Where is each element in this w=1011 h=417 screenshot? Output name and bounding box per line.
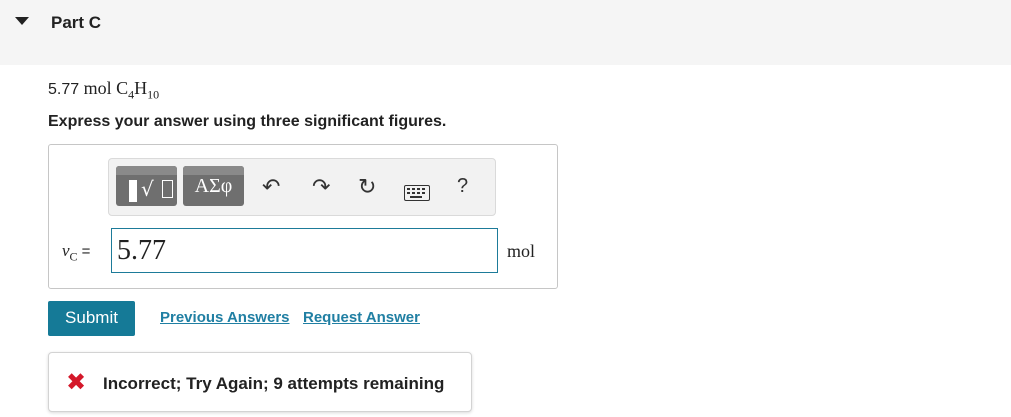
given-quantity: 5.77 mol C4H10 bbox=[48, 78, 159, 103]
answer-input[interactable]: 5.77 bbox=[111, 228, 498, 273]
reset-icon[interactable]: ↻ bbox=[358, 177, 376, 199]
part-title: Part C bbox=[51, 13, 102, 32]
submit-button[interactable]: Submit bbox=[48, 301, 135, 336]
feedback-box: ✖ Incorrect; Try Again; 9 attempts remai… bbox=[48, 352, 472, 412]
answer-box: √ ΑΣφ ↶ ↷ ↻ ? νC = 5.77 mol bbox=[48, 144, 558, 289]
math-toolbar: √ ΑΣφ ↶ ↷ ↻ ? bbox=[108, 158, 496, 216]
request-answer-link[interactable]: Request Answer bbox=[303, 309, 420, 326]
keyboard-icon[interactable] bbox=[404, 185, 430, 201]
answer-variable-label: νC = bbox=[62, 241, 91, 264]
previous-answers-link[interactable]: Previous Answers bbox=[160, 309, 290, 326]
sqrt-icon: √ bbox=[141, 177, 154, 201]
instruction-text: Express your answer using three signific… bbox=[48, 113, 447, 130]
given-value: 5.77 bbox=[48, 81, 80, 98]
redo-icon[interactable]: ↷ bbox=[312, 177, 330, 199]
given-formula: C4H10 bbox=[116, 78, 160, 102]
help-button[interactable]: ? bbox=[457, 175, 468, 198]
part-header[interactable]: Part C bbox=[0, 0, 1011, 65]
sqrt-box-icon bbox=[162, 180, 173, 198]
feedback-message: Incorrect; Try Again; 9 attempts remaini… bbox=[103, 374, 445, 393]
templates-button[interactable]: √ bbox=[116, 166, 177, 206]
block-icon bbox=[129, 180, 137, 202]
answer-units: mol bbox=[507, 241, 536, 261]
undo-icon[interactable]: ↶ bbox=[262, 177, 280, 199]
close-x-icon: ✖ bbox=[66, 368, 87, 396]
greek-symbols-button[interactable]: ΑΣφ bbox=[183, 166, 244, 206]
collapse-caret-icon[interactable] bbox=[15, 17, 29, 25]
given-unit: mol bbox=[83, 78, 112, 98]
